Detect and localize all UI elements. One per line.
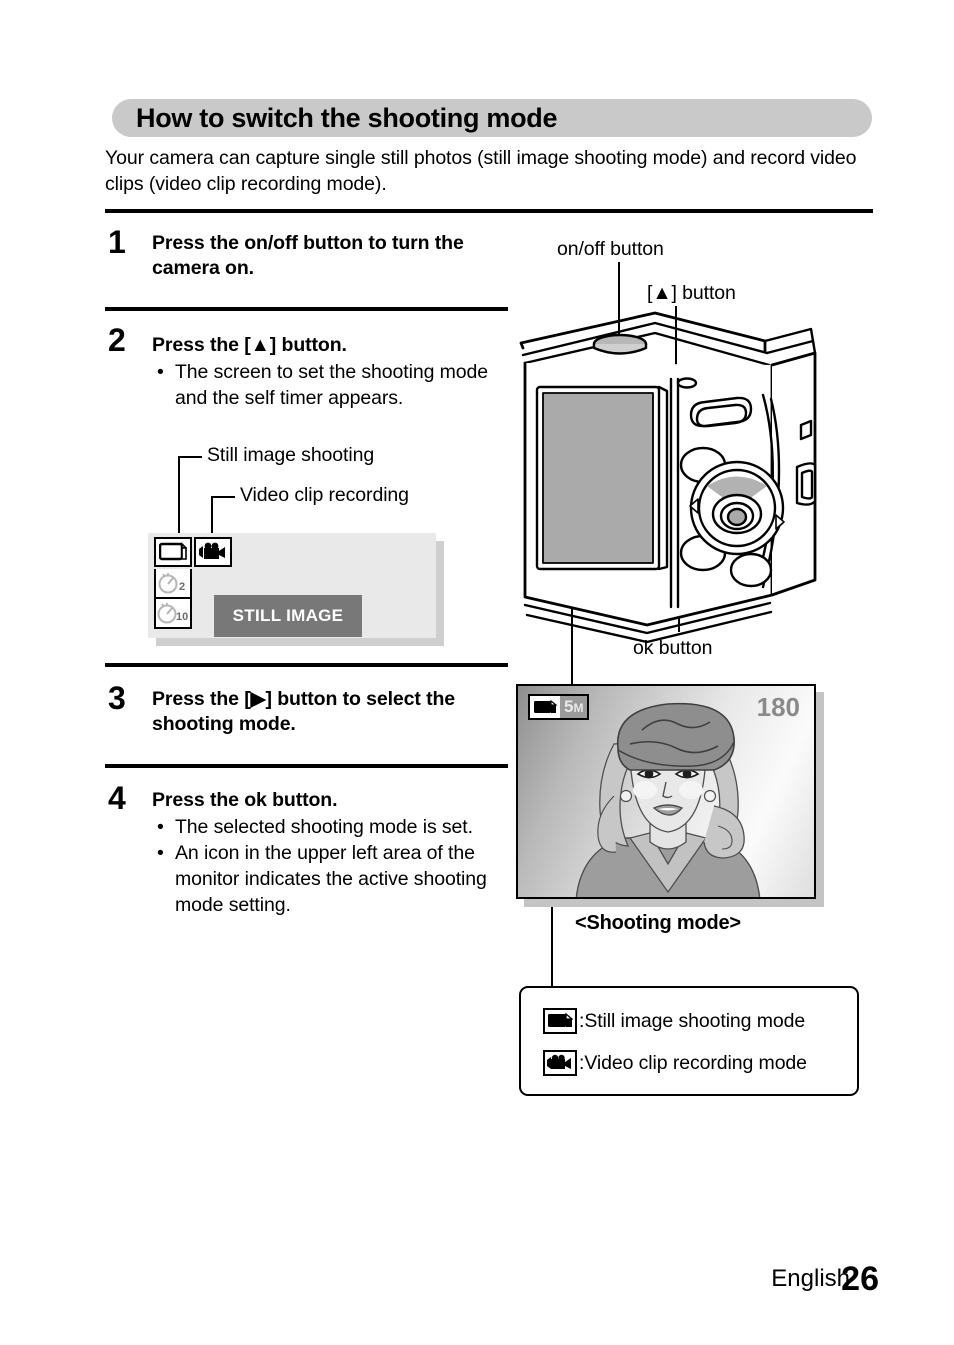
still-image-icon bbox=[159, 542, 187, 561]
bullet-text: The selected shooting mode is set. bbox=[175, 816, 473, 838]
resolution-value: 5 bbox=[564, 697, 574, 716]
still-image-mode-button[interactable]: STILL IMAGE bbox=[214, 595, 362, 637]
remaining-shots-count: 180 bbox=[756, 692, 800, 722]
bullet-item: • The selected shooting mode is set. bbox=[157, 814, 507, 840]
svg-text:10: 10 bbox=[176, 611, 188, 623]
monitor-mode-badge: 5M bbox=[528, 694, 590, 720]
callout-video-clip-recording: Video clip recording bbox=[240, 484, 409, 506]
step-1-title: Press the on/off button to turn the came… bbox=[152, 232, 464, 279]
footer-language: English bbox=[771, 1265, 850, 1292]
leader-line-still-image-v bbox=[178, 456, 180, 540]
step-4-title: Press the ok button. bbox=[152, 789, 338, 811]
shooting-mode-monitor: 5M 180 bbox=[516, 684, 816, 899]
camera-illustration bbox=[515, 295, 880, 665]
menu-still-image-icon[interactable] bbox=[154, 537, 192, 567]
step-divider-3 bbox=[105, 663, 508, 667]
legend-video-clip-icon bbox=[543, 1050, 577, 1076]
bullet-item: • The screen to set the shooting mode an… bbox=[157, 359, 502, 411]
bullet-dot-icon: • bbox=[157, 816, 164, 838]
still-image-mode-label: STILL IMAGE bbox=[232, 606, 344, 625]
menu-video-clip-icon[interactable] bbox=[194, 537, 232, 567]
self-timer-2s-icon: 2 bbox=[158, 573, 185, 594]
callout-still-image-shooting: Still image shooting bbox=[207, 444, 375, 466]
callout-onoff-button: on/off button bbox=[557, 238, 664, 260]
step-divider-4 bbox=[105, 764, 508, 768]
self-timer-10s-icon: 10 bbox=[157, 603, 188, 624]
bullet-text: The screen to set the shooting mode and … bbox=[175, 361, 489, 409]
legend-text: :Video clip recording mode bbox=[579, 1051, 807, 1074]
monitor-still-image-icon bbox=[530, 696, 560, 718]
intro-paragraph: Your camera can capture single still pho… bbox=[105, 147, 857, 195]
step-4-bullets: • The selected shooting mode is set. • A… bbox=[157, 814, 507, 918]
bullet-dot-icon: • bbox=[157, 842, 164, 864]
page-title: How to switch the shooting mode bbox=[136, 102, 558, 133]
legend-row: :Video clip recording mode bbox=[543, 1042, 857, 1084]
legend-text: :Still image shooting mode bbox=[579, 1009, 806, 1032]
step-2-bullets: • The screen to set the shooting mode an… bbox=[157, 359, 502, 411]
legend-row: :Still image shooting mode bbox=[543, 1000, 857, 1042]
bullet-item: • An icon in the upper left area of the … bbox=[157, 840, 507, 918]
footer-page-number: 26 bbox=[841, 1260, 879, 1298]
svg-text:2: 2 bbox=[179, 581, 185, 593]
menu-self-timer-10s-icon[interactable]: 10 bbox=[154, 599, 192, 629]
video-clip-icon bbox=[547, 1054, 571, 1069]
manual-page: How to switch the shooting mode Your cam… bbox=[0, 0, 954, 1345]
leader-line-video-clip-h bbox=[211, 496, 235, 498]
still-image-icon bbox=[548, 1012, 573, 1027]
menu-screen-mock: 2 10 STILL IMAGE bbox=[148, 533, 436, 638]
menu-self-timer-2s-icon[interactable]: 2 bbox=[154, 569, 192, 599]
step-3-number: 3 bbox=[108, 680, 126, 716]
legend-still-image-icon bbox=[543, 1008, 577, 1034]
step-3-title: Press the [▶] button to select the shoot… bbox=[152, 688, 456, 735]
step-4-number: 4 bbox=[108, 780, 126, 816]
camera-body-drawing bbox=[519, 311, 817, 644]
step-2-number: 2 bbox=[108, 322, 126, 358]
resolution-unit: M bbox=[573, 701, 584, 715]
step-1-number: 1 bbox=[108, 224, 126, 260]
bullet-text: An icon in the upper left area of the mo… bbox=[175, 842, 487, 916]
step-divider-2 bbox=[105, 307, 508, 311]
legend-box: :Still image shooting mode :Video clip r… bbox=[519, 986, 859, 1096]
video-clip-icon bbox=[199, 542, 225, 559]
step-2-title: Press the [▲] button. bbox=[152, 334, 347, 356]
bullet-dot-icon: • bbox=[157, 361, 164, 383]
still-image-icon bbox=[534, 699, 557, 713]
step-divider-1 bbox=[105, 209, 873, 213]
section-header: How to switch the shooting mode bbox=[112, 99, 872, 137]
monitor-resolution-badge: 5M bbox=[560, 696, 588, 718]
monitor-caption: <Shooting mode> bbox=[575, 912, 741, 934]
leader-line-still-image-h bbox=[178, 456, 202, 458]
